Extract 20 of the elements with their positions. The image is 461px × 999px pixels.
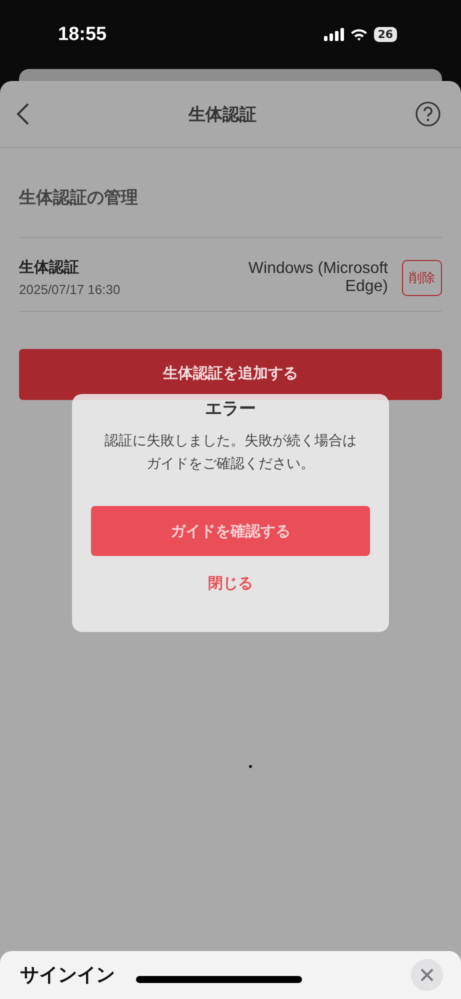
battery-indicator: 26 (374, 27, 397, 42)
loading-dot (249, 765, 252, 768)
dialog-message: 認証に失敗しました。失敗が続く場合はガイドをご確認ください。 (104, 432, 358, 474)
help-icon[interactable] (415, 101, 441, 127)
credential-date: 2025/07/17 16:30 (19, 282, 122, 297)
guide-button[interactable]: ガイドを確認する (91, 506, 370, 556)
status-time: 18:55 (58, 24, 107, 46)
signal-icon (324, 28, 344, 41)
close-button[interactable]: 閉じる (200, 570, 261, 597)
add-biometric-button[interactable]: 生体認証を追加する (19, 349, 442, 400)
credential-name: 生体認証 (19, 258, 80, 277)
dialog-title: エラー (205, 398, 256, 420)
delete-button[interactable]: 削除 (402, 260, 442, 296)
device-name: Windows (Microsoft Edge) (247, 260, 388, 296)
back-icon[interactable] (16, 102, 30, 126)
sheet-title: サインイン (20, 963, 115, 988)
wifi-icon (350, 28, 368, 41)
section-title: 生体認証の管理 (19, 148, 442, 238)
close-icon[interactable] (411, 959, 443, 991)
page-title: 生体認証 (188, 104, 256, 126)
